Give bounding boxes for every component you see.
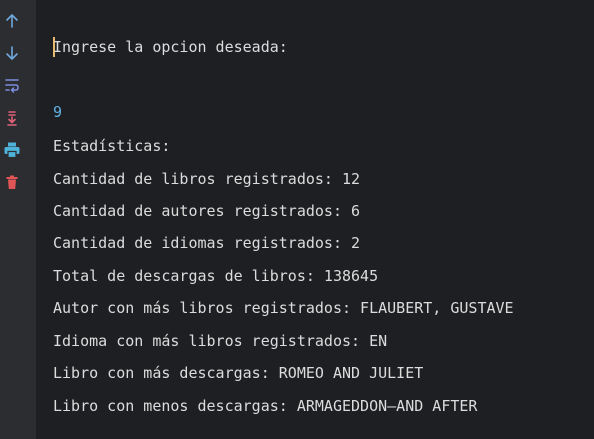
run-console-window: Ingrese la opcion deseada: 9 Estadística…	[0, 0, 594, 439]
console-line: Idioma con más libros registrados: EN	[53, 332, 388, 350]
console-line: Autor con más libros registrados: FLAUBE…	[53, 299, 514, 317]
clear-all-icon[interactable]	[0, 170, 24, 194]
scroll-to-end-icon[interactable]	[0, 106, 24, 130]
print-icon[interactable]	[0, 138, 24, 162]
scroll-down-icon[interactable]	[0, 41, 24, 65]
console-toolbar	[0, 0, 36, 439]
scroll-up-icon[interactable]	[0, 9, 24, 33]
soft-wrap-icon[interactable]	[0, 73, 24, 97]
console-line: Cantidad de idiomas registrados: 2	[53, 234, 361, 252]
console-prompt: Ingrese la opcion deseada:	[53, 38, 288, 56]
console-line: Total de descargas de libros: 138645	[53, 267, 379, 285]
console-user-input: 9	[53, 103, 63, 121]
console-line: Estadísticas:	[53, 137, 171, 155]
console-output[interactable]: Ingrese la opcion deseada: 9 Estadística…	[36, 0, 594, 439]
console-line: Libro con más descargas: ROMEO AND JULIE…	[53, 364, 424, 382]
console-line: Cantidad de autores registrados: 6	[53, 202, 361, 220]
console-line: Cantidad de libros registrados: 12	[53, 170, 361, 188]
console-line: Libro con menos descargas: ARMAGEDDON—AN…	[53, 397, 478, 415]
